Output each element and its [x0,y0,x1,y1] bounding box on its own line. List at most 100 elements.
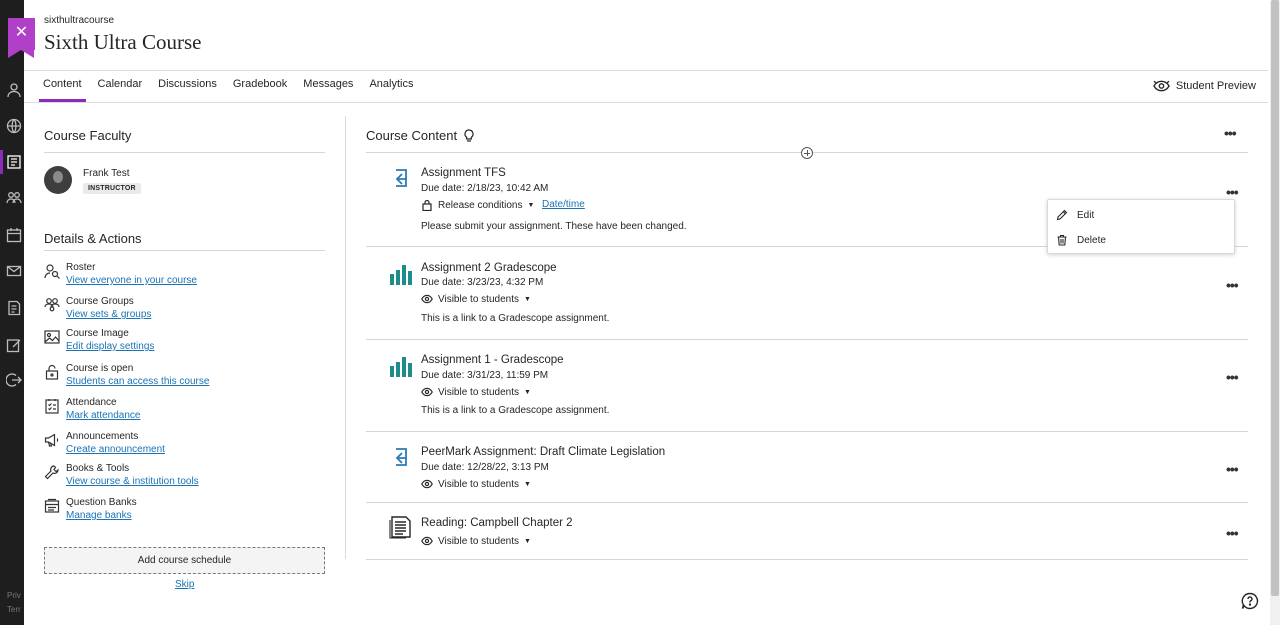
item-more-options-button[interactable]: ••• [1226,370,1240,384]
privacy-link[interactable]: Priv [7,589,21,603]
content-item-title[interactable]: Assignment TFS [421,167,506,179]
course-image-link[interactable]: Edit display settings [66,341,154,352]
tab-gradebook[interactable]: Gradebook [232,78,288,102]
scrollbar-thumb[interactable] [1271,0,1279,596]
details-item-course-image: Course Image Edit display settings [44,328,314,358]
visibility-dropdown[interactable]: Visible to students ▼ [421,535,531,547]
visibility-dropdown[interactable]: Visible to students ▼ [421,386,531,398]
release-conditions-label: Release conditions [438,199,523,211]
add-content-plus-icon[interactable] [801,147,813,159]
content-item-title[interactable]: Assignment 2 Gradescope [421,262,557,274]
visibility-dropdown[interactable]: Visible to students ▼ [421,293,531,305]
help-icon[interactable] [1241,592,1259,610]
question-bank-icon [44,498,60,514]
chevron-down-icon: ▼ [523,537,531,545]
grades-icon[interactable] [6,300,22,316]
details-item-course-groups: Course Groups View sets & groups [44,296,314,326]
course-content-heading: Course Content [366,128,458,143]
chevron-down-icon: ▼ [523,388,531,396]
menu-item-edit[interactable]: Edit [1056,206,1226,224]
add-course-schedule-button[interactable]: Add course schedule [44,547,325,574]
course-image-label: Course Image [66,328,129,339]
document-icon [388,514,414,540]
course-groups-label: Course Groups [66,296,134,307]
faculty-name[interactable]: Frank Test [83,168,130,179]
item-more-options-button[interactable]: ••• [1226,526,1240,540]
eye-icon [421,387,433,397]
course-tabs: Content Calendar Discussions Gradebook M… [39,78,428,102]
date-time-link[interactable]: Date/time [542,199,585,210]
eye-preview-icon [1153,80,1170,92]
item-more-options-button[interactable]: ••• [1226,185,1240,199]
rail-footer: Priv Terr [7,589,21,617]
books-tools-link[interactable]: View course & institution tools [66,476,199,487]
bar-chart-icon [388,262,414,288]
tab-analytics[interactable]: Analytics [368,78,414,102]
content-item-due-date: Due date: 12/28/22, 3:13 PM [421,462,549,473]
bar-chart-icon [388,354,414,380]
roster-label: Roster [66,262,96,273]
organizations-icon[interactable] [6,190,22,206]
tools-edit-icon[interactable] [6,337,22,353]
eye-icon [421,294,433,304]
visibility-label: Visible to students [438,478,519,490]
details-item-course-open: Course is open Students can access this … [44,363,314,393]
menu-item-delete[interactable]: Delete [1056,231,1226,249]
attendance-label: Attendance [66,397,117,408]
content-item-title[interactable]: Reading: Campbell Chapter 2 [421,517,573,529]
details-divider [44,250,325,251]
globe-icon[interactable] [6,118,22,134]
announcements-link[interactable]: Create announcement [66,444,165,455]
panel-divider [345,116,346,559]
delete-label: Delete [1077,234,1106,246]
course-code: sixthultracourse [44,15,115,26]
tab-discussions[interactable]: Discussions [157,78,218,102]
release-conditions-dropdown[interactable]: Release conditions ▼ [421,199,534,211]
pencil-icon [1056,209,1068,221]
skip-link[interactable]: Skip [175,579,194,590]
lightbulb-icon[interactable] [463,129,475,143]
profile-icon[interactable] [6,82,22,98]
tab-calendar[interactable]: Calendar [97,78,144,102]
close-icon: ✕ [14,22,29,41]
courses-icon[interactable] [6,154,22,170]
content-more-options-button[interactable]: ••• [1224,126,1242,142]
roster-link[interactable]: View everyone in your course [66,275,197,286]
item-more-options-button[interactable]: ••• [1226,278,1240,292]
terms-link[interactable]: Terr [7,603,21,617]
course-groups-link[interactable]: View sets & groups [66,309,151,320]
close-course-button[interactable]: ✕ [8,18,35,58]
edit-label: Edit [1077,209,1095,221]
roster-icon [44,263,60,279]
chevron-down-icon: ▼ [523,295,531,303]
content-item-title[interactable]: PeerMark Assignment: Draft Climate Legis… [421,446,665,458]
megaphone-icon [44,432,60,448]
avatar[interactable] [44,166,72,194]
unlock-icon [44,364,60,380]
content-item-due-date: Due date: 2/18/23, 10:42 AM [421,183,549,194]
tab-messages[interactable]: Messages [302,78,354,102]
visibility-dropdown[interactable]: Visible to students ▼ [421,478,531,490]
lock-icon [422,199,432,211]
details-item-roster: Roster View everyone in your course [44,262,314,292]
item-divider [366,339,1248,340]
item-divider [366,559,1248,560]
page-scrollbar[interactable] [1270,0,1280,625]
item-more-options-button[interactable]: ••• [1226,462,1240,476]
attendance-link[interactable]: Mark attendance [66,410,141,421]
course-open-link[interactable]: Students can access this course [66,376,209,387]
messages-icon[interactable] [6,263,22,279]
calendar-icon[interactable] [6,227,22,243]
assignment-icon [388,165,414,191]
question-banks-link[interactable]: Manage banks [66,510,132,521]
sign-out-icon[interactable] [5,372,22,388]
details-item-attendance: Attendance Mark attendance [44,397,314,427]
content-item-description: This is a link to a Gradescope assignmen… [421,405,610,416]
content-item-title[interactable]: Assignment 1 - Gradescope [421,354,564,366]
course-title: Sixth Ultra Course [44,30,202,54]
tab-content[interactable]: Content [39,78,86,102]
student-preview-button[interactable]: Student Preview [1153,79,1256,93]
tabs-divider [24,102,1268,103]
visibility-label: Visible to students [438,535,519,547]
role-badge: INSTRUCTOR [83,183,141,194]
